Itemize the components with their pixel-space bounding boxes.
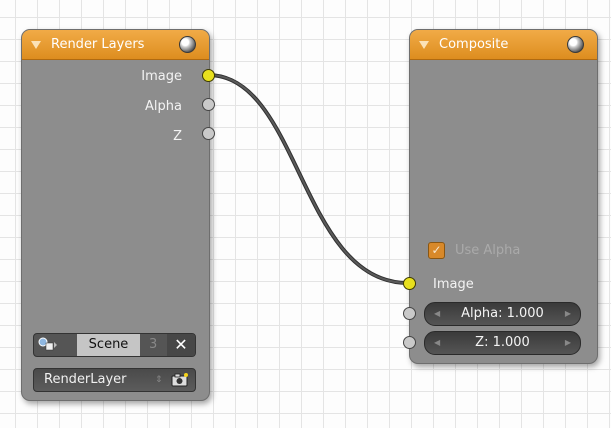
render-layer-name: RenderLayer	[44, 372, 127, 387]
preview-sphere-icon[interactable]	[179, 36, 196, 53]
unlink-scene-button[interactable]: ✕	[167, 334, 195, 356]
collapse-triangle-icon[interactable]	[31, 41, 41, 49]
input-socket-z[interactable]	[403, 336, 416, 349]
node-title: Composite	[439, 37, 509, 52]
composite-node[interactable]: Composite ✓ Use Alpha Image ◀ Alpha: 1.0…	[409, 29, 598, 364]
scene-name-field[interactable]: Scene	[77, 334, 140, 356]
increment-arrow-icon[interactable]: ▶	[565, 303, 571, 325]
use-alpha-label: Use Alpha	[455, 243, 521, 258]
output-label-z: Z	[173, 129, 182, 144]
input-socket-image[interactable]	[403, 277, 416, 290]
camera-icon[interactable]	[171, 372, 189, 395]
increment-arrow-icon[interactable]: ▶	[565, 332, 571, 354]
output-socket-image[interactable]	[202, 69, 215, 82]
node-title: Render Layers	[51, 37, 145, 52]
input-label-image: Image	[433, 277, 474, 292]
scene-users-count: 3	[149, 337, 158, 352]
decrement-arrow-icon[interactable]: ◀	[434, 332, 440, 354]
alpha-slider[interactable]: ◀ Alpha: 1.000 ▶	[424, 302, 581, 326]
output-label-alpha: Alpha	[145, 99, 182, 114]
layer-stepper-icon[interactable]: ⇕	[155, 369, 163, 391]
alpha-value: Alpha: 1.000	[461, 306, 544, 321]
render-layer-field[interactable]: RenderLayer ⇕	[33, 368, 196, 392]
output-label-image: Image	[141, 69, 182, 84]
render-layers-header[interactable]: Render Layers	[22, 30, 209, 60]
z-value: Z: 1.000	[475, 335, 530, 350]
collapse-triangle-icon[interactable]	[419, 41, 429, 49]
composite-header[interactable]: Composite	[410, 30, 597, 60]
render-layers-node[interactable]: Render Layers Image Alpha Z Scene 3 ✕ Re…	[21, 29, 210, 401]
input-socket-alpha[interactable]	[403, 307, 416, 320]
z-slider[interactable]: ◀ Z: 1.000 ▶	[424, 331, 581, 355]
preview-sphere-icon[interactable]	[567, 36, 584, 53]
decrement-arrow-icon[interactable]: ◀	[434, 303, 440, 325]
output-socket-alpha[interactable]	[202, 98, 215, 111]
scene-browse-icon[interactable]	[37, 336, 65, 354]
scene-selector[interactable]: Scene 3 ✕	[33, 333, 196, 357]
output-socket-z[interactable]	[202, 127, 215, 140]
use-alpha-checkbox[interactable]: ✓	[428, 242, 445, 259]
